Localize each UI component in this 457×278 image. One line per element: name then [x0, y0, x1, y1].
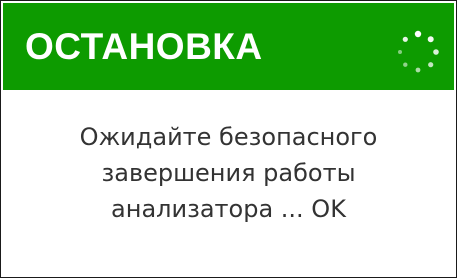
message-line: анализатора ... OK [111, 195, 346, 223]
message-line: Ожидайте безопасного [79, 123, 378, 151]
shutdown-message: Ожидайте безопасного завершения работы а… [21, 119, 436, 227]
loading-spinner-icon [398, 30, 439, 73]
shutdown-dialog: ОСТАНОВКА Ожидайте безопасного завершени… [0, 0, 457, 278]
message-line: завершения работы [101, 159, 356, 187]
dialog-header: ОСТАНОВКА [3, 3, 454, 90]
dialog-title: ОСТАНОВКА [25, 26, 263, 67]
